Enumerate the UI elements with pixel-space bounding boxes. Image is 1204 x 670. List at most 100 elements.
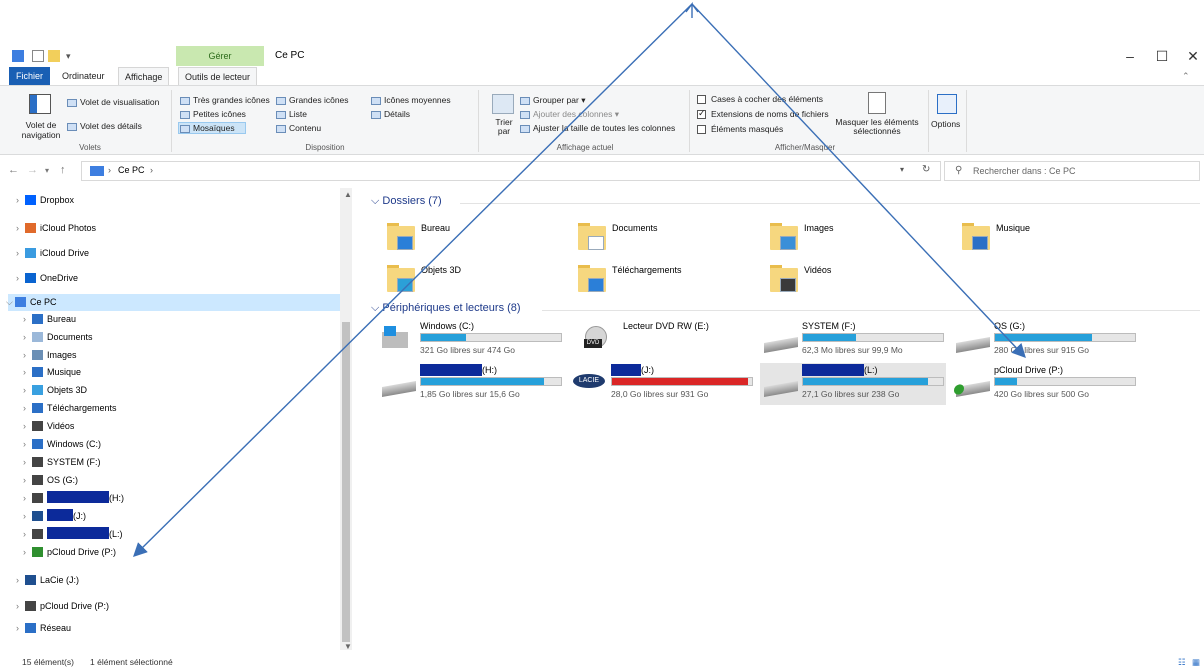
item-checkboxes-checkbox[interactable] [697,95,706,104]
sidebar-item[interactable]: › OS (G:) [8,472,350,489]
chevron-right-icon[interactable]: › [23,347,26,364]
sidebar-item[interactable]: › Vidéos [8,418,350,435]
sidebar-item[interactable]: › iCloud Photos [8,220,350,237]
add-columns-button[interactable]: Ajouter des colonnes ▾ [520,109,619,120]
chevron-right-icon[interactable]: › [16,270,19,287]
chevron-right-icon[interactable]: › [23,490,26,507]
layout-medium-icons[interactable]: Icônes moyennes [371,95,451,105]
breadcrumb-ce-pc[interactable]: Ce PC [118,165,145,175]
sidebar-item[interactable]: › Documents [8,329,350,346]
drive-tile[interactable]: OS (G:) 280 Go libres sur 915 Go [954,320,1136,360]
drive-tile[interactable]: pCloud Drive (P:) 420 Go libres sur 500 G… [954,364,1136,404]
sidebar-item[interactable]: › Musique [8,364,350,381]
chevron-right-icon[interactable]: › [23,400,26,417]
sidebar-item[interactable]: › Réseau [8,620,350,637]
layout-xl-icons[interactable]: Très grandes icônes [180,95,270,105]
nav-scrollbar-thumb[interactable] [342,322,350,642]
folder-tile[interactable]: Bureau [387,220,567,258]
folders-section-header[interactable]: ⌵ Dossiers (7) [371,195,442,208]
tiles-view-icon[interactable]: ▦ [1192,654,1200,670]
preview-pane-button[interactable]: Volet de visualisation [67,97,159,107]
scroll-up-icon[interactable]: ▲ [344,190,352,199]
folder-tile[interactable]: Vidéos [770,262,950,300]
chevron-right-icon[interactable]: › [16,220,19,237]
sidebar-item[interactable]: › (J:) [8,508,350,525]
close-icon[interactable]: ✕ [1178,48,1204,65]
tab-affichage[interactable]: Affichage [118,67,170,85]
properties-icon[interactable] [32,50,44,62]
sidebar-item[interactable]: › Dropbox [8,192,350,209]
chevron-up-icon[interactable]: ⌃ [1176,67,1196,85]
sidebar-item[interactable]: › Images [8,347,350,364]
chevron-right-icon[interactable]: › [23,544,26,561]
details-pane-button[interactable]: Volet des détails [67,121,142,131]
sidebar-item[interactable]: › iCloud Drive [8,245,350,262]
chevron-right-icon[interactable]: › [16,192,19,209]
drive-tile[interactable]: DVD Lecteur DVD RW (E:) [583,320,765,360]
recent-chevron-icon[interactable]: ▾ [45,166,49,175]
chevron-right-icon[interactable]: › [23,454,26,471]
address-field[interactable]: › Ce PC › ▾ ↻ [81,161,941,181]
drive-tile[interactable]: (L:) 27,1 Go libres sur 238 Go [762,364,944,404]
chevron-right-icon[interactable]: › [23,311,26,328]
forward-icon[interactable]: → [27,164,38,176]
manage-tab[interactable]: Gérer [176,46,264,66]
chevron-right-icon[interactable]: › [23,418,26,435]
up-icon[interactable]: ↑ [60,164,66,176]
chevron-right-icon[interactable]: › [23,526,26,543]
folder-tile[interactable]: Objets 3D [387,262,567,300]
chevron-right-icon[interactable]: › [23,329,26,346]
layout-tiles[interactable]: Mosaïques [180,123,235,133]
chevron-down-icon[interactable]: ▾ [66,50,78,62]
drive-tile[interactable]: (H:) 1,85 Go libres sur 15,6 Go [380,364,562,404]
extensions-checkbox[interactable] [697,108,706,119]
search-input[interactable]: ⚲ Rechercher dans : Ce PC [944,161,1200,181]
tab-outils-de-lecteur[interactable]: Outils de lecteur [178,67,258,85]
address-dropdown-icon[interactable]: ▾ [900,165,904,174]
chevron-right-icon[interactable]: › [16,245,19,262]
group-by-button[interactable]: Grouper par ▾ [520,95,585,106]
chevron-right-icon[interactable]: › [16,598,19,615]
sidebar-item[interactable]: › Bureau [8,311,350,328]
layout-large-icons[interactable]: Grandes icônes [276,95,349,105]
chevron-right-icon[interactable]: › [16,620,19,637]
drive-tile[interactable]: SYSTEM (F:) 62,3 Mo libres sur 99,9 Mo [762,320,944,360]
sidebar-item[interactable]: › pCloud Drive (P:) [8,598,350,615]
new-folder-icon[interactable] [48,50,60,62]
chevron-right-icon[interactable]: › [23,364,26,381]
sidebar-item[interactable]: ⌵ Ce PC [6,294,350,311]
sidebar-item[interactable]: › (H:) [8,490,350,507]
sidebar-item[interactable]: › Téléchargements [8,400,350,417]
sidebar-item[interactable]: › (L:) [8,526,350,543]
sidebar-item[interactable]: › LaCie (J:) [8,572,350,589]
folder-tile[interactable]: Documents [578,220,758,258]
drive-tile[interactable]: Windows (C:) 321 Go libres sur 474 Go [380,320,562,360]
options-button[interactable]: Options [931,119,960,129]
sort-by-button[interactable]: Trier par [493,118,515,136]
sidebar-item[interactable]: › SYSTEM (F:) [8,454,350,471]
refresh-icon[interactable]: ↻ [922,164,930,175]
sidebar-item[interactable]: › Windows (C:) [8,436,350,453]
details-view-icon[interactable]: ☷ [1178,654,1186,670]
maximize-icon[interactable]: ☐ [1147,48,1177,65]
back-icon[interactable]: ← [8,164,19,176]
chevron-right-icon[interactable]: › [23,472,26,489]
layout-details[interactable]: Détails [371,109,410,119]
minimize-icon[interactable]: – [1115,48,1145,64]
folder-tile[interactable]: Téléchargements [578,262,758,300]
chevron-down-icon[interactable]: ⌵ [6,294,13,311]
fit-columns-button[interactable]: Ajuster la taille de toutes les colonnes [520,123,675,133]
tab-fichier[interactable]: Fichier [9,67,50,85]
sidebar-item[interactable]: › OneDrive [8,270,350,287]
drive-tile[interactable]: LACIE (J:) 28,0 Go libres sur 931 Go [571,364,753,404]
tab-ordinateur[interactable]: Ordinateur [56,67,111,85]
folder-tile[interactable]: Musique [962,220,1142,258]
chevron-right-icon[interactable]: › [23,508,26,525]
sidebar-item[interactable]: › pCloud Drive (P:) [8,544,350,561]
chevron-right-icon[interactable]: › [23,382,26,399]
drives-section-header[interactable]: ⌵ Périphériques et lecteurs (8) [371,302,521,315]
layout-small-icons[interactable]: Petites icônes [180,109,246,119]
layout-content[interactable]: Contenu [276,123,321,133]
hidden-items-checkbox[interactable] [697,125,706,134]
folder-tile[interactable]: Images [770,220,950,258]
